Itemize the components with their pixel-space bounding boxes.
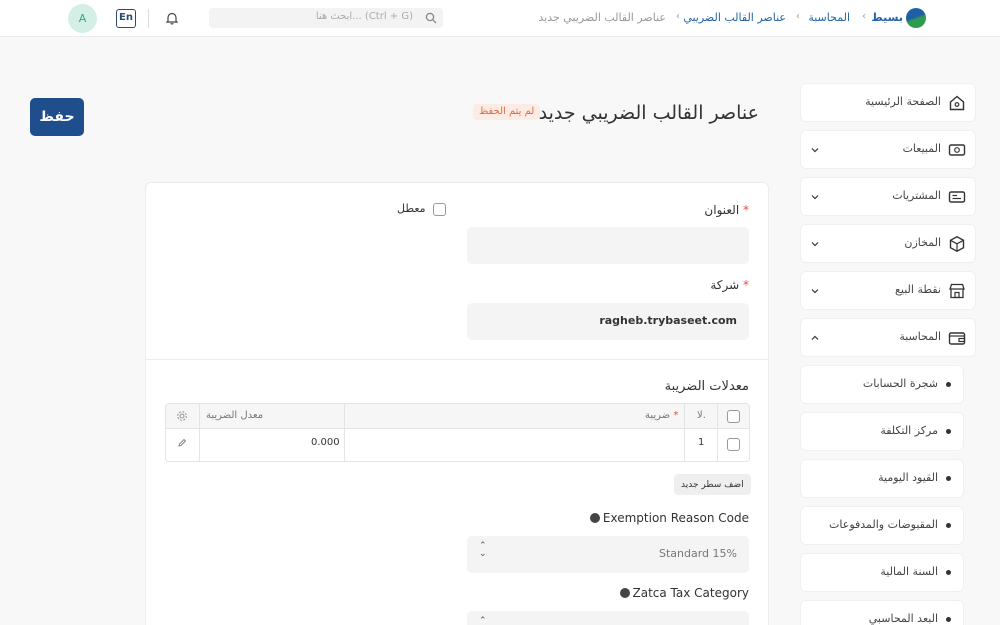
breadcrumb-accounting[interactable]: المحاسبة — [808, 11, 850, 24]
breadcrumb-tax-template-items[interactable]: عناصر القالب الضريبي — [683, 11, 786, 24]
row-number: 1 — [698, 437, 705, 448]
sidebar-item-label: المبيعات — [902, 142, 941, 155]
add-row-button[interactable]: اضف سطر جديد — [674, 474, 751, 495]
top-bar: بسيط ‹ المحاسبة ‹ عناصر القالب الضريبي ‹… — [0, 0, 1000, 37]
toolbar-divider — [148, 9, 149, 28]
status-badge: لم يتم الحفظ — [473, 104, 541, 120]
search-input[interactable]: ابحث هنا... (Ctrl + G) — [209, 8, 443, 28]
chevron-down-icon — [811, 148, 819, 153]
bullet-icon — [946, 570, 951, 575]
title-field-label: العنوان * — [704, 203, 749, 217]
sidebar-item-label: المحاسبة — [899, 330, 941, 343]
search-placeholder: ابحث هنا... (Ctrl + G) — [315, 11, 413, 22]
tax-rates-title: معدلات الضريبة — [664, 379, 749, 394]
sidebar-item-label: المخازن — [904, 236, 941, 249]
form-card: العنوان * معطل شركة * ragheb.trybaseet.c… — [145, 182, 769, 625]
sidebar-subitem-journal-entries[interactable]: القيود اليومية — [801, 460, 963, 497]
sidebar-item-label: نقطة البيع — [895, 283, 941, 296]
store-icon — [949, 283, 965, 299]
bell-icon[interactable] — [165, 11, 179, 25]
edit-icon[interactable] — [177, 438, 187, 448]
sidebar-subitem-fiscal-year[interactable]: السنة المالية — [801, 554, 963, 591]
save-button[interactable]: حفظ — [30, 98, 84, 136]
breadcrumb-home[interactable]: بسيط — [871, 11, 903, 24]
breadcrumb-current: عناصر القالب الضريبي جديد — [538, 11, 666, 24]
bullet-icon — [946, 382, 951, 387]
section-divider — [146, 359, 768, 360]
sidebar-subitem-accounting-dimension[interactable]: البعد المحاسبي — [801, 601, 963, 625]
sidebar-item-sales[interactable]: المبيعات — [801, 131, 975, 168]
sidebar-subitem-label: السنة المالية — [880, 565, 938, 578]
tax-cell[interactable] — [351, 437, 676, 457]
chevron-down-icon — [811, 242, 819, 247]
sidebar-item-label: الصفحة الرئيسية — [865, 95, 941, 108]
column-header-tax: ضريبة * — [645, 410, 679, 421]
row-checkbox[interactable] — [727, 438, 740, 451]
select-all-checkbox[interactable] — [727, 410, 740, 423]
sidebar-item-label: المشتريات — [892, 189, 941, 202]
company-field[interactable]: ragheb.trybaseet.com — [467, 303, 749, 340]
sidebar-item-inventory[interactable]: المخازن — [801, 225, 975, 262]
disabled-label: معطل — [397, 202, 426, 215]
bullet-icon — [946, 617, 951, 622]
sidebar-subitem-label: القيود اليومية — [878, 471, 938, 484]
bullet-icon — [946, 429, 951, 434]
column-divider — [717, 404, 718, 461]
globe-icon — [619, 588, 630, 598]
search-icon — [425, 12, 437, 24]
company-field-label: شركة * — [710, 278, 749, 292]
sidebar-item-home[interactable]: الصفحة الرئيسية — [801, 84, 975, 121]
select-arrows-icon: ⌃⌄ — [479, 541, 487, 559]
sidebar-subitem-label: المقبوضات والمدفوعات — [829, 518, 938, 531]
sidebar-subitem-label: مركز التكلفة — [880, 424, 938, 437]
exemption-value: Standard 15% — [659, 547, 737, 560]
sidebar-subitem-cost-center[interactable]: مركز التكلفة — [801, 413, 963, 450]
chevron-down-icon — [811, 195, 819, 200]
breadcrumb-separator: ‹ — [862, 11, 866, 22]
exemption-field-label: Exemption Reason Code — [589, 511, 749, 525]
language-toggle[interactable]: En — [116, 9, 136, 28]
company-value: ragheb.trybaseet.com — [599, 314, 737, 327]
cash-icon — [948, 144, 966, 156]
chevron-up-icon — [811, 335, 819, 340]
zatca-field-label: Zatca Tax Category — [619, 586, 749, 600]
receipt-icon — [948, 191, 966, 203]
sidebar-item-accounting[interactable]: المحاسبة — [801, 319, 975, 356]
app-logo[interactable] — [906, 8, 926, 28]
chevron-down-icon — [811, 289, 819, 294]
column-header-rate: معدل الضريبة — [206, 410, 264, 421]
bullet-icon — [946, 476, 951, 481]
bullet-icon — [946, 523, 951, 528]
wallet-icon — [948, 332, 966, 345]
sidebar-item-pos[interactable]: نقطة البيع — [801, 272, 975, 309]
gear-icon[interactable] — [176, 410, 188, 422]
rate-cell[interactable]: 0.000 — [311, 437, 340, 448]
column-divider — [344, 404, 345, 461]
column-divider — [199, 404, 200, 461]
sidebar-subitem-label: البعد المحاسبي — [868, 612, 938, 625]
select-arrows-icon: ⌃⌄ — [479, 616, 487, 625]
tax-rates-table: لا. ضريبة * معدل الضريبة 1 0.000 — [165, 403, 750, 462]
zatca-select[interactable]: ⌃⌄ — [467, 611, 749, 625]
column-header-no: لا. — [697, 410, 706, 421]
column-divider — [684, 404, 685, 461]
sidebar-item-purchases[interactable]: المشتريات — [801, 178, 975, 215]
title-field[interactable] — [467, 227, 749, 264]
avatar[interactable]: A — [68, 4, 97, 33]
page-title: عناصر القالب الضريبي جديد — [538, 102, 759, 124]
sidebar-subitem-label: شجرة الحسابات — [862, 377, 938, 390]
breadcrumb-separator: ‹ — [676, 11, 680, 22]
home-icon — [949, 95, 965, 111]
exemption-select[interactable]: Standard 15% ⌃ ⌄ — [467, 536, 749, 573]
breadcrumb-separator: ‹ — [796, 11, 800, 22]
box-icon — [949, 236, 965, 252]
disabled-checkbox[interactable] — [433, 203, 446, 216]
sidebar-subitem-payments[interactable]: المقبوضات والمدفوعات — [801, 507, 963, 544]
globe-icon — [589, 513, 600, 523]
sidebar-subitem-chart-of-accounts[interactable]: شجرة الحسابات — [801, 366, 963, 403]
